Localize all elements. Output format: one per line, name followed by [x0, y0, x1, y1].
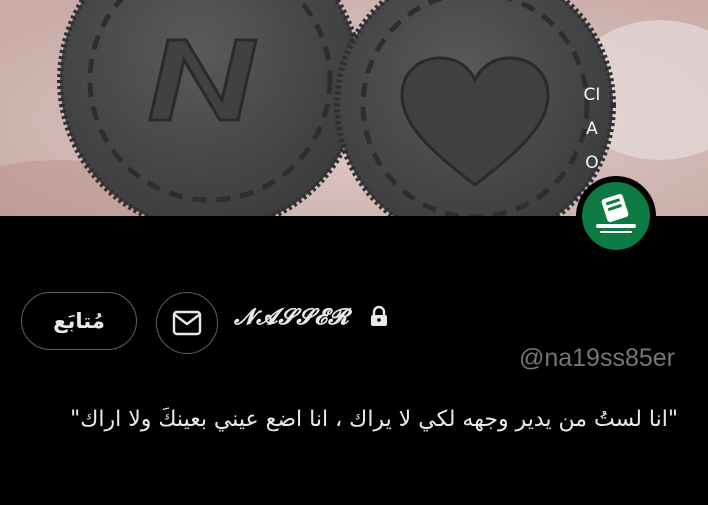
- message-button[interactable]: [156, 292, 218, 354]
- user-handle: @na19ss85er: [518, 344, 675, 372]
- profile-page: CIAO مُتابَع 𝓝𝓐𝓢𝓢𝓔𝓡 @na19ss85er "انا لست…: [0, 0, 708, 505]
- green-logo-icon: [582, 182, 650, 250]
- cookie-n-icon: [57, 0, 363, 216]
- envelope-icon: [172, 310, 202, 336]
- lock-icon: [371, 305, 387, 326]
- profile-bio: "انا لستُ من يدير وجهه لكي لا يراك ، انا…: [70, 407, 678, 432]
- avatar[interactable]: [576, 176, 656, 256]
- display-name: 𝓝𝓐𝓢𝓢𝓔𝓡: [234, 304, 350, 330]
- banner-vertical-text: CIAO: [583, 85, 601, 173]
- following-button[interactable]: مُتابَع: [21, 292, 137, 350]
- cookie-heart-icon: [334, 0, 616, 216]
